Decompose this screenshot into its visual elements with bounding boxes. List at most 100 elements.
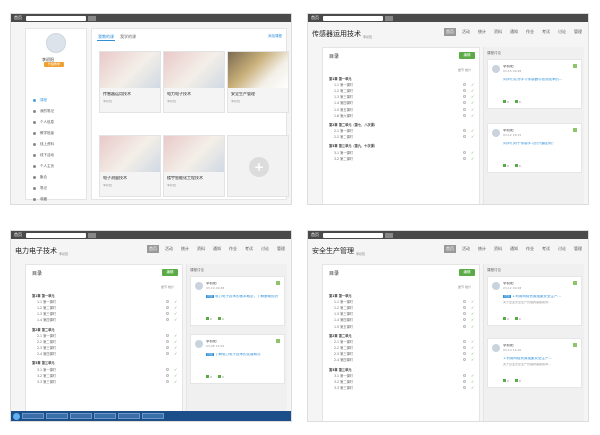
section-row[interactable]: 2.1 第一课时 ✓ xyxy=(329,128,475,134)
tab-learning[interactable]: 我学的课 xyxy=(119,34,137,41)
section-row[interactable]: 1.1 第一课时 ✓ xyxy=(329,81,475,87)
course-card[interactable]: 电子测量技术 李初阳 xyxy=(99,135,161,197)
section-row[interactable]: 2.4 第四课时 ✓ xyxy=(32,351,178,357)
section-row[interactable]: 1.2 第二课时 ✓ xyxy=(329,304,475,310)
section-row[interactable]: 2.3 第三课时 ✓ xyxy=(329,351,475,357)
search-input[interactable] xyxy=(323,15,383,21)
course-card[interactable]: 楼宇智能化工程技术 李初阳 xyxy=(163,135,225,197)
section-row[interactable]: 1.3 第三课时 ✓ xyxy=(329,94,475,100)
nav-tab[interactable]: 资料 xyxy=(195,245,207,253)
nav-tab[interactable]: 首页 xyxy=(147,245,159,253)
avatar[interactable] xyxy=(492,65,500,73)
section-row[interactable]: 3.1 第一课时 ✓ xyxy=(329,372,475,378)
section-row[interactable]: 1.1 第一课时 ✓ xyxy=(329,298,475,304)
chapter-row[interactable]: 第2章 第二单元 xyxy=(329,332,475,338)
reply-count[interactable]: 0 xyxy=(217,375,224,379)
nav-tab[interactable]: 讨论 xyxy=(259,245,271,253)
discussion-post[interactable]: 李初阳 03-15 09:48 同学们认为学习传感器与检测技术的... 0 0 xyxy=(487,59,582,109)
chapter-row[interactable]: 第3章 第三单元（第九、十次课） xyxy=(329,143,475,149)
nav-tab[interactable]: 资料 xyxy=(492,28,504,36)
section-row[interactable]: 3.1 第一课时 ✓ xyxy=(32,366,178,372)
section-row[interactable]: 1.3 第三课时 ✓ xyxy=(329,311,475,317)
like-count[interactable]: 0 xyxy=(206,375,212,379)
nav-tab[interactable]: 首页 xyxy=(444,245,456,253)
sidebar-item[interactable]: 笔记 xyxy=(26,183,86,194)
chapter-row[interactable]: 第1章 第一单元 xyxy=(329,292,475,298)
post-title[interactable]: 讨论 了解电力电子技术的发展概况 xyxy=(206,353,261,357)
taskbar-app-button[interactable] xyxy=(142,413,164,419)
search-button[interactable] xyxy=(88,15,96,21)
taskbar-app-button[interactable] xyxy=(22,413,44,419)
sidebar-item[interactable]: 收藏 xyxy=(26,194,86,204)
section-row[interactable]: 2.2 第二课时 ✓ xyxy=(329,134,475,140)
section-row[interactable]: 1.4 第四课时 ✓ xyxy=(329,317,475,323)
section-row[interactable]: 1.2 第二课时 ✓ xyxy=(32,304,178,310)
nav-tab[interactable]: 讨论 xyxy=(556,28,568,36)
tab-teaching[interactable]: 我教的课 xyxy=(97,34,115,41)
avatar[interactable] xyxy=(492,344,500,352)
section-row[interactable]: 3.1 第一课时 ✓ xyxy=(329,149,475,155)
section-row[interactable]: 2.4 第四课时 ✓ xyxy=(329,357,475,363)
section-row[interactable]: 2.2 第二课时 ✓ xyxy=(32,338,178,344)
nav-tab[interactable]: 作业 xyxy=(524,245,536,253)
chapter-row[interactable]: 第3章 第三单元 xyxy=(32,360,178,366)
section-row[interactable]: 2.3 第三课时 ✓ xyxy=(32,345,178,351)
post-title[interactable]: 1.利用网络资源搜集安全生产... xyxy=(503,357,552,361)
edit-button[interactable]: 编辑 xyxy=(162,269,178,276)
nav-tab[interactable]: 作业 xyxy=(524,28,536,36)
section-row[interactable]: 1.2 第二课时 ✓ xyxy=(329,87,475,93)
nav-tab[interactable]: 讨论 xyxy=(556,245,568,253)
nav-tab[interactable]: 统计 xyxy=(476,245,488,253)
start-button-icon[interactable] xyxy=(13,412,20,420)
nav-tab[interactable]: 管理 xyxy=(275,245,287,253)
user-badge[interactable]: 升级教学 xyxy=(44,62,64,67)
nav-tab[interactable]: 统计 xyxy=(179,245,191,253)
section-row[interactable]: 1.4 第四课时 ✓ xyxy=(32,317,178,323)
nav-tab[interactable]: 活动 xyxy=(460,28,472,36)
course-card[interactable]: 电力电子技术 李初阳 xyxy=(163,51,225,113)
add-course-card[interactable]: + xyxy=(227,135,289,197)
reply-count[interactable]: 0 xyxy=(514,164,521,168)
home-link[interactable]: 首页 xyxy=(14,232,22,238)
sidebar-item[interactable]: 线下活动 xyxy=(26,150,86,161)
chapter-row[interactable]: 第2章 第二单元 xyxy=(32,326,178,332)
nav-tab[interactable]: 作业 xyxy=(227,245,239,253)
section-row[interactable]: 2.2 第二课时 ✓ xyxy=(329,345,475,351)
nav-tab[interactable]: 考试 xyxy=(540,245,552,253)
like-count[interactable]: 0 xyxy=(503,379,509,383)
reply-count[interactable]: 0 xyxy=(217,317,224,321)
reply-count[interactable]: 0 xyxy=(514,317,521,321)
sidebar-item[interactable]: 课程 xyxy=(26,95,86,106)
sidebar-item[interactable]: 我的笔记 xyxy=(26,106,86,117)
section-row[interactable]: 1.3 第三课时 ✓ xyxy=(32,311,178,317)
section-row[interactable]: 3.3 第三课时 ✓ xyxy=(32,378,178,384)
nav-tab[interactable]: 首页 xyxy=(444,28,456,36)
sidebar-item[interactable]: 个人信息 xyxy=(26,117,86,128)
like-count[interactable]: 0 xyxy=(503,164,509,168)
sidebar-item[interactable]: 聚合 xyxy=(26,172,86,183)
like-count[interactable]: 0 xyxy=(503,317,509,321)
chapter-row[interactable]: 第1章 第一单元 xyxy=(32,292,178,298)
sidebar-item[interactable]: 线上资料 xyxy=(26,139,86,150)
discussion-post[interactable]: 李初阳 03-08 15:02 讨论 了解电力电子技术的发展概况 0 0 xyxy=(190,334,285,384)
section-row[interactable]: 1.6 第六课时 ✓ xyxy=(329,112,475,118)
discussion-post[interactable]: 李初阳 03-12 18:15 同学们对于传感学习的兴趣如何？ 0 0 xyxy=(487,123,582,173)
post-title[interactable]: 讨论 电力电子技术的基本概念，了解基础知识 xyxy=(206,295,278,299)
edit-button[interactable]: 编辑 xyxy=(459,269,475,276)
section-row[interactable]: 3.2 第二课时 ✓ xyxy=(329,155,475,161)
like-count[interactable]: 0 xyxy=(503,100,509,104)
search-button[interactable] xyxy=(88,232,96,238)
post-title[interactable]: 同学们认为学习传感器与检测技术的... xyxy=(503,78,562,82)
taskbar-app-button[interactable] xyxy=(70,413,92,419)
search-input[interactable] xyxy=(26,232,86,238)
discussion-post[interactable]: 李初阳 03-10 09:48 讨论 电力电子技术的基本概念，了解基础知识 0 0 xyxy=(190,276,285,326)
nav-tab[interactable]: 考试 xyxy=(243,245,255,253)
like-count[interactable]: 0 xyxy=(206,317,212,321)
reply-count[interactable]: 0 xyxy=(514,100,521,104)
nav-tab[interactable]: 考试 xyxy=(540,28,552,36)
add-course-link[interactable]: 添加课程 xyxy=(268,34,282,39)
chapter-row[interactable]: 第2章 第二单元（第七、八次课） xyxy=(329,121,475,127)
taskbar-app-button[interactable] xyxy=(118,413,140,419)
search-button[interactable] xyxy=(385,15,393,21)
post-title[interactable]: 同学们对于传感学习的兴趣如何？ xyxy=(503,142,556,146)
